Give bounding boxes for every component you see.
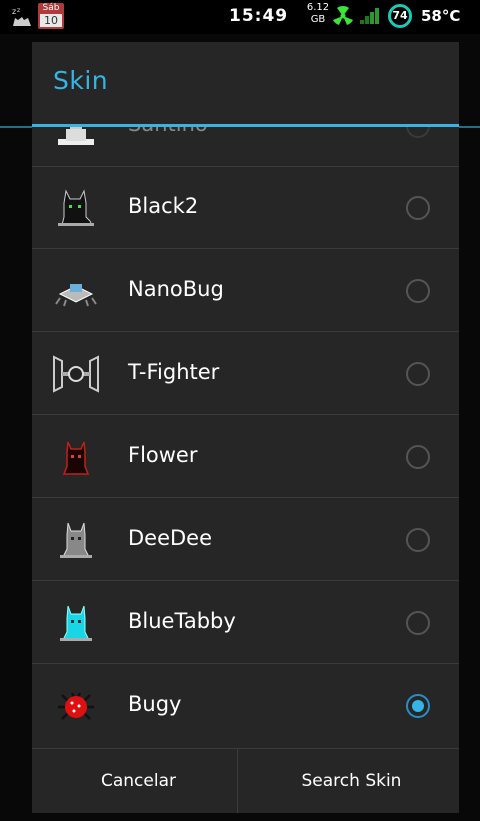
skin-radio-black2[interactable]	[406, 196, 430, 220]
svg-text:z: z	[12, 7, 16, 16]
skin-label-bugy: Bugy	[128, 692, 182, 716]
black-cat-icon	[58, 189, 94, 226]
skin-row-deedee[interactable]: DeeDee	[32, 499, 459, 581]
skin-row-partial[interactable]: Santino	[32, 127, 459, 167]
skin-radio-tfighter[interactable]	[406, 362, 430, 386]
storage-value: 6.12	[306, 2, 330, 13]
dialog-button-bar: Cancelar Search Skin	[32, 748, 459, 813]
dialog-title: Skin	[53, 66, 109, 95]
skin-label-bluetabby: BlueTabby	[128, 609, 236, 633]
skin-label-black2: Black2	[128, 194, 199, 218]
button-separator	[237, 749, 238, 813]
battery-icon: 74	[388, 4, 412, 28]
skin-radio-partial[interactable]	[406, 127, 430, 138]
skin-radio-nanobug[interactable]	[406, 279, 430, 303]
storage-unit: GB	[310, 14, 326, 25]
cat-sleep-icon: z z	[12, 7, 31, 26]
cancel-button[interactable]: Cancelar	[32, 749, 245, 813]
skin-radio-flower[interactable]	[406, 445, 430, 469]
skin-row-black2[interactable]: Black2	[32, 167, 459, 249]
signal-icon	[360, 8, 379, 24]
skin-radio-deedee[interactable]	[406, 528, 430, 552]
clock: 15:49	[229, 6, 289, 26]
partial-skin-icon	[58, 127, 94, 145]
skin-label-nanobug: NanoBug	[128, 277, 224, 301]
blue-cat-icon	[60, 605, 92, 641]
temperature: 58°C	[421, 7, 461, 25]
calendar-weekday: Sáb	[42, 3, 60, 13]
skin-row-bluetabby[interactable]: BlueTabby	[32, 582, 459, 664]
skin-list[interactable]: Santino Black2 NanoBug	[32, 127, 459, 748]
red-cat-icon	[62, 441, 90, 475]
skin-row-nanobug[interactable]: NanoBug	[32, 250, 459, 332]
nanobug-icon	[55, 284, 97, 307]
partial-skin-label: Santino	[128, 127, 208, 136]
gray-cat-icon	[60, 522, 92, 558]
status-bar: z z Sáb 10 15:49 6.12 GB 74 58°C	[0, 0, 480, 34]
calendar-day: 10	[40, 14, 62, 27]
calendar-icon: Sáb 10	[38, 3, 64, 29]
dialog-header: Skin	[32, 42, 459, 124]
tie-fighter-icon	[53, 355, 99, 393]
svg-text:z: z	[17, 7, 20, 14]
skin-radio-bugy[interactable]	[406, 694, 430, 718]
radiation-icon	[333, 6, 353, 25]
storage-indicator: 6.12 GB	[305, 2, 331, 26]
skin-row-flower[interactable]: Flower	[32, 416, 459, 498]
search-skin-button[interactable]: Search Skin	[245, 749, 458, 813]
skin-row-bugy[interactable]: Bugy	[32, 665, 459, 747]
skin-row-tfighter[interactable]: T-Fighter	[32, 333, 459, 415]
red-bug-icon	[58, 692, 94, 720]
skin-radio-bluetabby[interactable]	[406, 611, 430, 635]
skin-label-tfighter: T-Fighter	[128, 360, 220, 384]
skin-label-flower: Flower	[128, 443, 198, 467]
skin-label-deedee: DeeDee	[128, 526, 213, 550]
skin-dialog: Skin Santino Black2	[32, 42, 459, 813]
